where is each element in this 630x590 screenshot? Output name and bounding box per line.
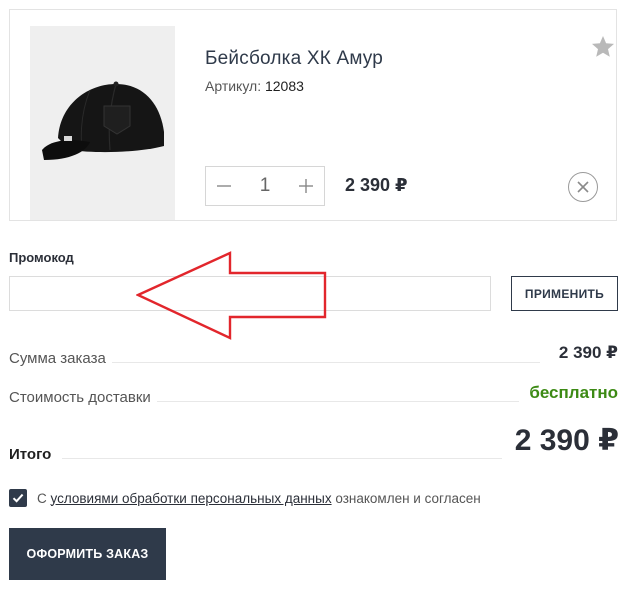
product-title[interactable]: Бейсболка ХК Амур	[205, 48, 383, 70]
quantity-value[interactable]: 1	[242, 175, 288, 197]
close-icon	[577, 181, 589, 193]
cart-item-card: Бейсболка ХК Амур Артикул: 12083 1 2 390…	[9, 9, 617, 221]
decrement-button[interactable]	[206, 167, 242, 205]
promo-input[interactable]	[9, 276, 491, 311]
product-image[interactable]	[30, 26, 175, 220]
privacy-policy-link[interactable]: условиями обработки персональных данных	[51, 491, 332, 506]
consent-checkbox[interactable]	[9, 489, 27, 507]
star-icon	[592, 36, 614, 57]
plus-icon	[299, 179, 313, 193]
total-value: 2 390 ₽	[514, 424, 619, 457]
consent-prefix: С	[37, 490, 51, 506]
delivery-label: Стоимость доставки	[9, 389, 151, 406]
order-sum-value: 2 390 ₽	[558, 343, 618, 362]
item-price: 2 390 ₽	[345, 175, 408, 195]
apply-promo-button[interactable]: ПРИМЕНИТЬ	[511, 276, 618, 311]
quantity-stepper: 1	[205, 166, 325, 206]
cap-illustration	[30, 26, 175, 220]
checkmark-icon	[12, 493, 24, 503]
delivery-divider	[157, 401, 519, 402]
promo-label: Промокод	[9, 250, 74, 265]
increment-button[interactable]	[288, 167, 324, 205]
product-article: Артикул: 12083	[205, 78, 304, 94]
delivery-value: бесплатно	[529, 383, 618, 402]
minus-icon	[217, 185, 231, 187]
consent-suffix: ознакомлен и согласен	[331, 490, 481, 506]
checkout-button[interactable]: ОФОРМИТЬ ЗАКАЗ	[9, 528, 166, 580]
total-label: Итого	[9, 446, 52, 463]
order-sum-divider	[112, 362, 540, 363]
total-divider	[62, 458, 502, 459]
article-label: Артикул:	[205, 78, 262, 94]
order-sum-label: Сумма заказа	[9, 350, 106, 367]
favorite-button[interactable]	[590, 34, 616, 60]
consent-row: С условиями обработки персональных данны…	[9, 489, 481, 507]
remove-item-button[interactable]	[568, 172, 598, 202]
article-value: 12083	[264, 78, 304, 94]
